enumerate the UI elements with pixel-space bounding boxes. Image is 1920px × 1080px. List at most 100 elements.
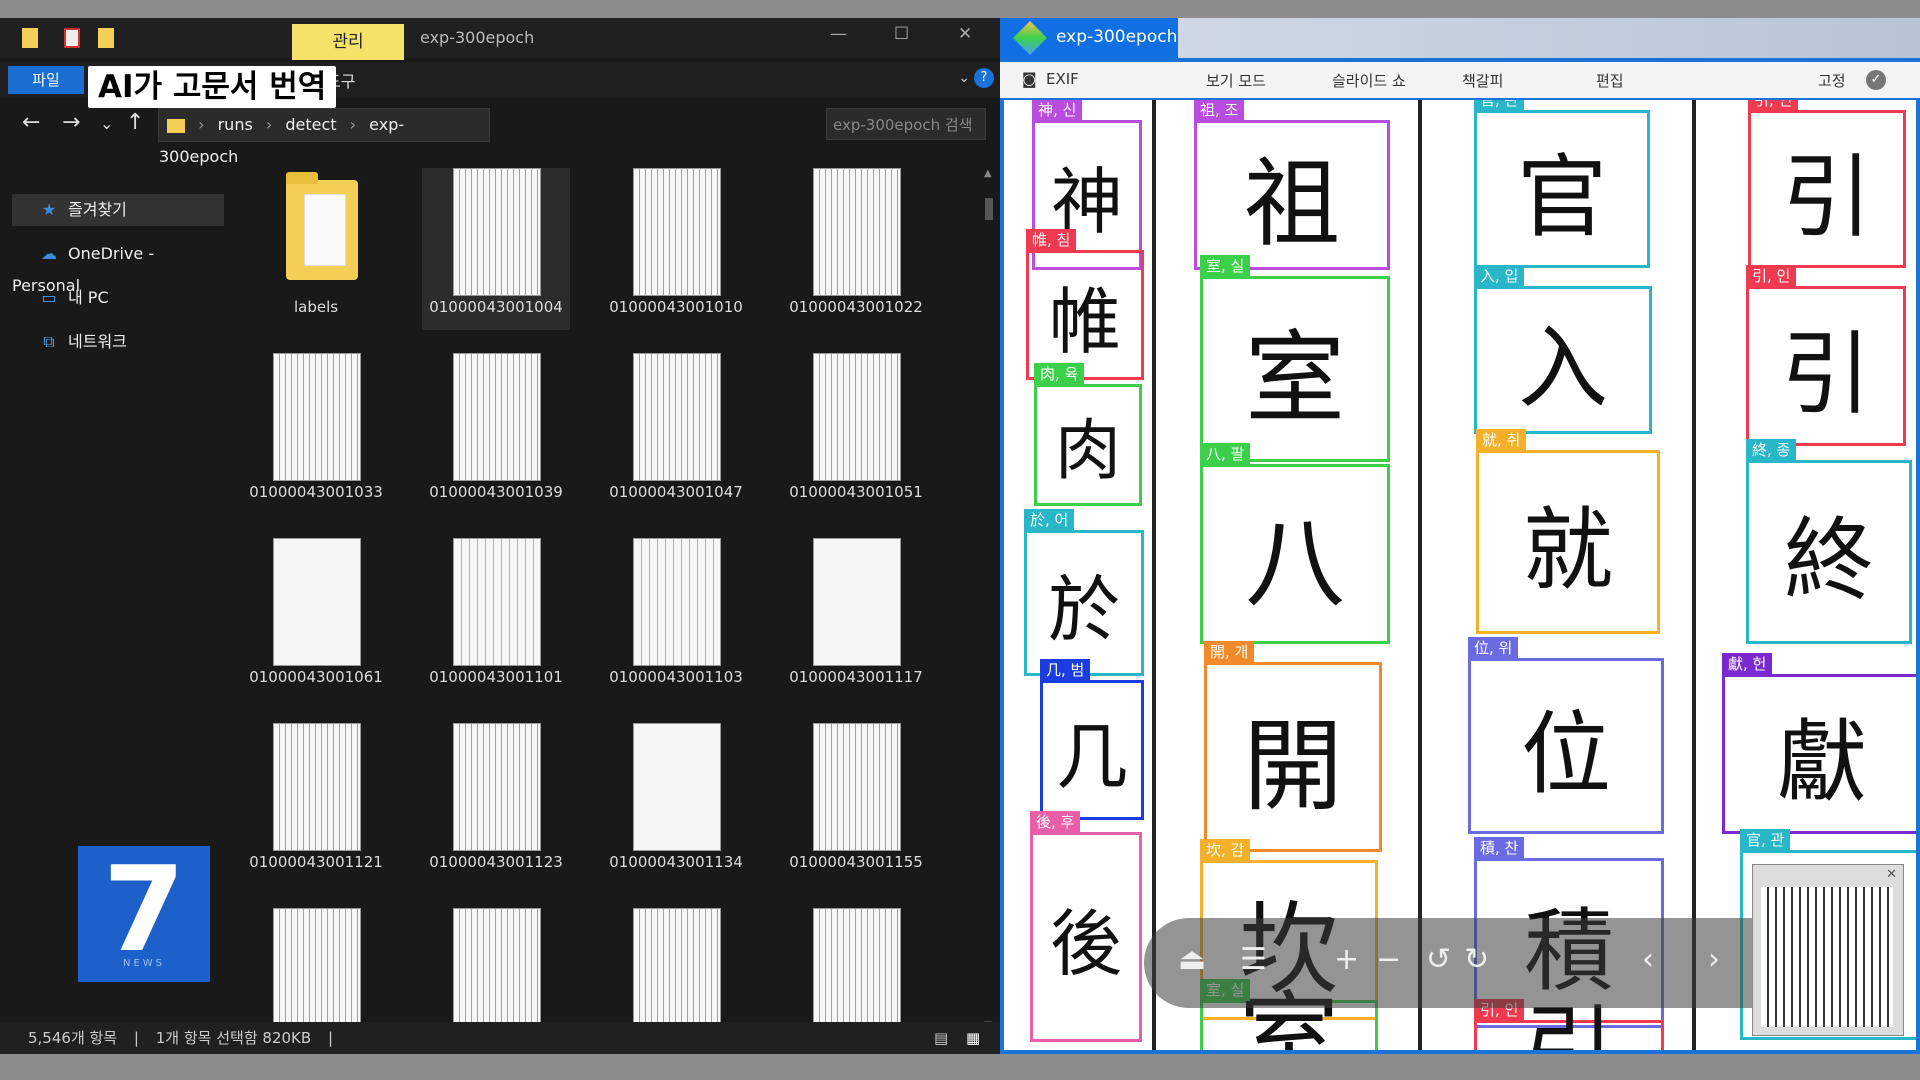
check-icon[interactable]: ✓ <box>1866 70 1886 90</box>
eject-icon[interactable]: ⏏ <box>1178 942 1206 977</box>
file-item[interactable]: 01000043001004 <box>422 168 570 330</box>
hanja-character: 引 <box>1782 145 1872 250</box>
breadcrumb-separator: › <box>198 115 205 134</box>
file-name: 01000043001033 <box>249 483 383 501</box>
sidebar-item-favorites[interactable]: ★ 즐겨찾기 <box>12 194 224 226</box>
scroll-up-icon[interactable]: ▲ <box>984 168 994 179</box>
file-tab[interactable]: 파일 <box>8 66 84 94</box>
navigation-bar: ← → ⌄ ↑ › runs › detect › exp-300epoch e… <box>0 104 1000 166</box>
forward-icon[interactable]: → <box>62 110 80 135</box>
maximize-icon[interactable]: ☐ <box>894 24 909 44</box>
file-item[interactable] <box>602 890 750 1038</box>
back-icon[interactable]: ← <box>22 110 40 135</box>
file-item[interactable]: 01000043001033 <box>242 335 390 515</box>
sidebar-item-label: 네트워크 <box>68 332 127 351</box>
network-icon: ⧉ <box>43 332 55 351</box>
previous-icon[interactable]: ‹ <box>1642 942 1654 977</box>
sidebar-item-onedrive[interactable]: ☁ OneDrive - Personal <box>12 238 224 295</box>
detection-box: 引 引, 인 <box>1748 100 1906 268</box>
detection-box: 帷 帷, 침 <box>1026 229 1144 380</box>
breadcrumb-runs[interactable]: runs <box>218 115 253 134</box>
rotate-right-icon[interactable]: ↻ <box>1464 942 1489 977</box>
detection-label: 几, 범 <box>1040 659 1091 681</box>
hanja-character: 几 <box>1055 714 1128 799</box>
image-thumbnail <box>453 723 541 851</box>
file-item[interactable]: 01000043001121 <box>242 705 390 885</box>
file-item[interactable]: 01000043001117 <box>782 520 930 700</box>
navigator-thumbnail[interactable]: ✕ <box>1752 864 1904 1036</box>
scrollbar-thumb[interactable] <box>985 198 993 220</box>
file-item[interactable] <box>782 890 930 1038</box>
navigator-preview <box>1761 887 1893 1027</box>
rotate-left-icon[interactable]: ↺ <box>1426 942 1451 977</box>
close-icon[interactable]: ✕ <box>958 24 972 44</box>
address-bar[interactable]: › runs › detect › exp-300epoch <box>158 108 490 166</box>
detection-box: 獻 獻, 헌 <box>1722 653 1916 834</box>
breadcrumb-detect[interactable]: detect <box>285 115 336 134</box>
detection-label: 後, 후 <box>1030 811 1081 833</box>
file-item[interactable]: 01000043001022 <box>782 168 930 330</box>
file-item[interactable]: 01000043001010 <box>602 168 750 330</box>
recent-locations-icon[interactable]: ⌄ <box>100 114 113 133</box>
details-view-icon[interactable]: ▤ <box>934 1022 948 1054</box>
detection-label: 開, 개 <box>1204 641 1255 663</box>
file-item[interactable]: 01000043001123 <box>422 705 570 885</box>
detection-box: 八 八, 팔 <box>1200 443 1390 644</box>
exif-button[interactable]: EXIF <box>1046 70 1079 88</box>
pin-button[interactable]: 고정 <box>1818 70 1846 91</box>
detection-box: 開 開, 개 <box>1204 641 1382 852</box>
detection-label: 於, 어 <box>1024 509 1075 531</box>
next-icon[interactable]: › <box>1708 942 1720 977</box>
detection-label: 積, 찬 <box>1474 837 1525 859</box>
zoom-out-icon[interactable]: − <box>1376 942 1401 977</box>
slideshow-button[interactable]: 슬라이드 쇼 <box>1332 70 1406 91</box>
file-item[interactable]: 01000043001047 <box>602 335 750 515</box>
file-name: labels <box>293 298 339 316</box>
file-item[interactable]: 01000043001039 <box>422 335 570 515</box>
file-name: 01000043001022 <box>789 298 923 316</box>
image-thumbnail <box>273 353 361 481</box>
image-thumbnail <box>453 353 541 481</box>
zoom-in-icon[interactable]: + <box>1334 942 1359 977</box>
file-item[interactable] <box>422 890 570 1038</box>
channel-logo: 7 NEWS <box>78 840 210 982</box>
file-item[interactable]: 01000043001051 <box>782 335 930 515</box>
chevron-down-icon[interactable]: ⌄ <box>958 70 970 86</box>
file-item[interactable]: 01000043001134 <box>602 705 750 885</box>
edit-button[interactable]: 편집 <box>1596 70 1624 91</box>
help-icon[interactable]: ? <box>974 68 994 88</box>
image-thumbnail <box>273 908 361 1036</box>
minimize-icon[interactable]: — <box>830 24 847 44</box>
viewer-title: exp-300epoch <box>1056 27 1178 47</box>
menu-icon[interactable]: ☰ <box>1240 942 1267 977</box>
sidebar-item-this-pc[interactable]: ▭ 내 PC <box>12 282 224 314</box>
detection-label: 獻, 헌 <box>1722 653 1773 675</box>
file-name: 01000043001155 <box>789 853 923 871</box>
up-icon[interactable]: ↑ <box>126 110 144 135</box>
new-folder-icon[interactable] <box>98 28 114 48</box>
hanja-character: 終 <box>1784 508 1874 613</box>
file-item[interactable]: 01000043001155 <box>782 705 930 885</box>
file-item[interactable]: 01000043001101 <box>422 520 570 700</box>
detection-label: 終, 종 <box>1746 439 1797 461</box>
camera-icon[interactable]: ◙ <box>1022 70 1037 88</box>
folder-item[interactable]: labels <box>242 168 390 330</box>
search-input[interactable]: exp-300epoch 검색 <box>826 108 986 140</box>
properties-icon[interactable] <box>64 28 80 48</box>
file-item[interactable]: 01000043001103 <box>602 520 750 700</box>
sidebar-item-network[interactable]: ⧉ 네트워크 <box>12 326 224 358</box>
selection-info: 1개 항목 선택함 820KB <box>155 1029 312 1047</box>
file-name: 01000043001121 <box>249 853 383 871</box>
file-item[interactable] <box>242 890 390 1038</box>
folder-icon[interactable] <box>22 28 38 48</box>
detection-label: 坎, 감 <box>1200 839 1251 861</box>
close-icon[interactable]: ✕ <box>1886 867 1897 882</box>
view-mode-button[interactable]: 보기 모드 <box>1206 70 1266 91</box>
file-item[interactable]: 01000043001061 <box>242 520 390 700</box>
hanja-character: 獻 <box>1777 710 1867 815</box>
bookmark-button[interactable]: 책갈피 <box>1462 70 1503 91</box>
star-icon: ★ <box>41 200 57 219</box>
ribbon-context-tab[interactable]: 관리 <box>292 24 404 60</box>
vertical-scrollbar[interactable]: ▲ ▼ <box>982 168 996 1038</box>
large-icons-view-icon[interactable]: ▦ <box>966 1022 980 1054</box>
